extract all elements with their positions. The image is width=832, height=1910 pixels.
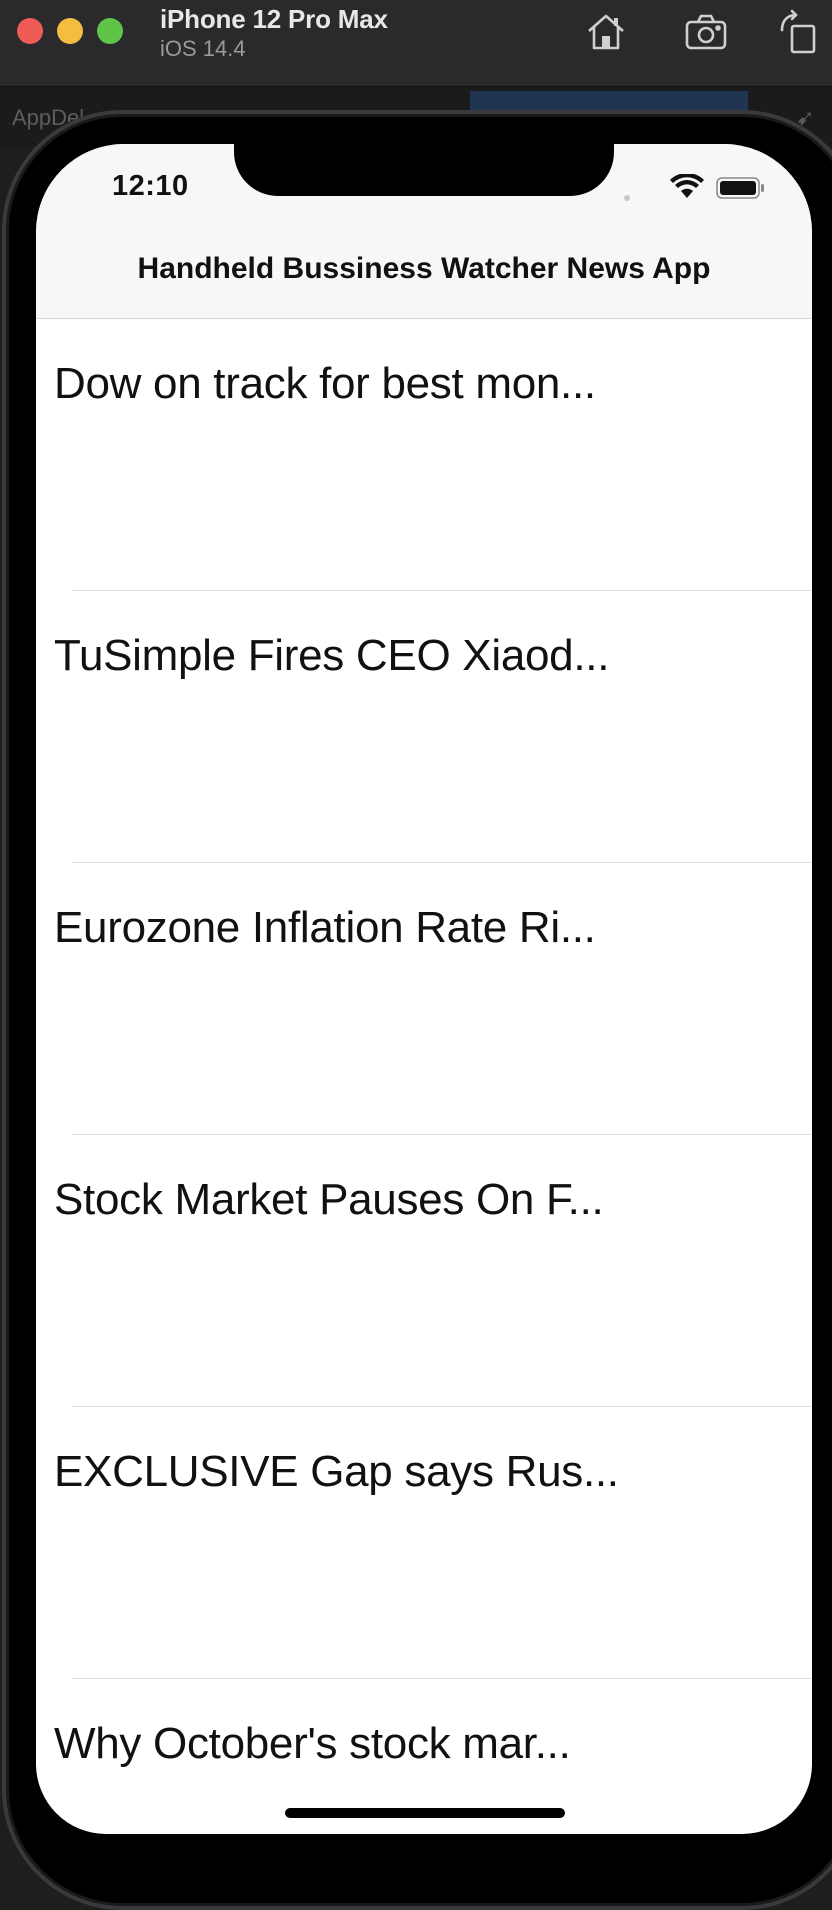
- home-icon[interactable]: [582, 8, 630, 56]
- screenshot-icon[interactable]: [682, 8, 730, 56]
- news-title: EXCLUSIVE Gap says Rus...: [54, 1447, 619, 1496]
- device-screen: 12:10 Handheld Bussiness Watcher News Ap…: [36, 144, 812, 1834]
- zoom-window-button[interactable]: [97, 18, 123, 44]
- device-notch: [234, 144, 614, 196]
- news-row[interactable]: Dow on track for best mon...: [36, 319, 812, 591]
- news-title: Why October's stock mar...: [54, 1719, 571, 1768]
- status-time: 12:10: [112, 170, 189, 202]
- news-title: Eurozone Inflation Rate Ri...: [54, 903, 596, 952]
- news-row[interactable]: EXCLUSIVE Gap says Rus...: [36, 1407, 812, 1679]
- wifi-icon: [670, 174, 704, 198]
- simulator-title-bar: iPhone 12 Pro Max iOS 14.4: [0, 0, 832, 87]
- news-list[interactable]: Dow on track for best mon... TuSimple Fi…: [36, 319, 812, 1834]
- news-row[interactable]: TuSimple Fires CEO Xiaod...: [36, 591, 812, 863]
- os-version: iOS 14.4: [160, 36, 246, 61]
- minimize-window-button[interactable]: [57, 18, 83, 44]
- news-title: Dow on track for best mon...: [54, 359, 596, 408]
- battery-icon: [716, 177, 764, 199]
- news-row[interactable]: Stock Market Pauses On F...: [36, 1135, 812, 1407]
- news-title: TuSimple Fires CEO Xiaod...: [54, 631, 610, 680]
- navigation-bar: Handheld Bussiness Watcher News App: [36, 208, 812, 319]
- close-window-button[interactable]: [17, 18, 43, 44]
- rotate-icon[interactable]: [776, 8, 824, 56]
- news-title: Stock Market Pauses On F...: [54, 1175, 604, 1224]
- home-indicator[interactable]: [285, 1808, 565, 1818]
- nav-title: Handheld Bussiness Watcher News App: [137, 252, 711, 285]
- news-row[interactable]: Eurozone Inflation Rate Ri...: [36, 863, 812, 1135]
- device-name: iPhone 12 Pro Max: [160, 4, 388, 34]
